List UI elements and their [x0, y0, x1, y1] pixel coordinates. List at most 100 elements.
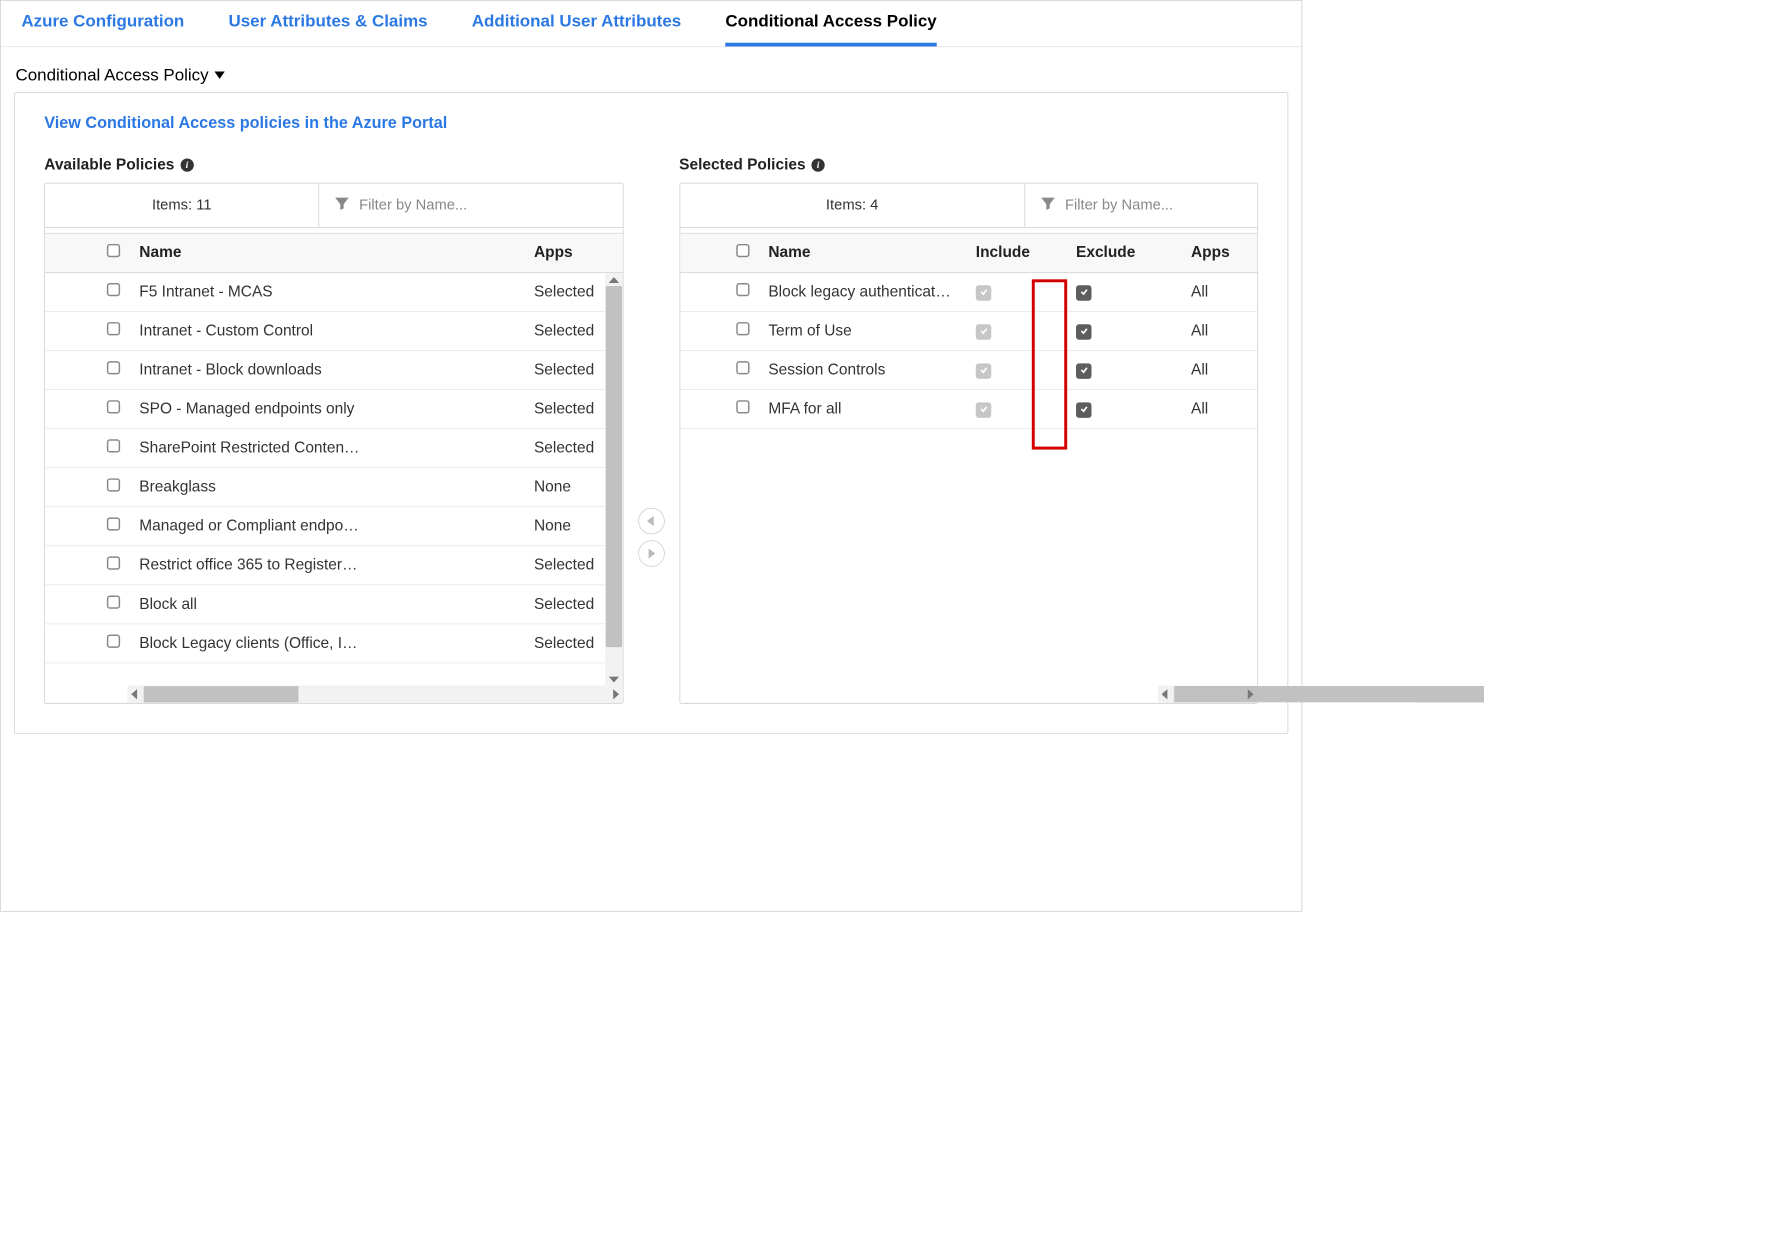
scrollbar-thumb[interactable]	[605, 286, 621, 647]
policy-columns: Available Policies i Items: 11	[44, 156, 1258, 704]
selected-body: Block legacy authenticat… All Term of Us…	[680, 273, 1257, 686]
available-filter-input[interactable]	[359, 197, 608, 214]
available-policies-panel: Items: 11 Name Apps	[44, 183, 623, 704]
exclude-checkbox[interactable]	[1076, 363, 1091, 378]
policy-apps: Selected	[534, 322, 608, 340]
policy-name: Block Legacy clients (Office, I…	[139, 635, 522, 653]
policy-row[interactable]: Intranet - Block downloadsSelected	[45, 351, 622, 390]
col-name-header[interactable]: Name	[139, 244, 522, 262]
policy-row[interactable]: F5 Intranet - MCASSelected	[45, 273, 622, 312]
scroll-left-icon[interactable]	[131, 689, 137, 699]
section-header[interactable]: Conditional Access Policy	[1, 47, 1302, 92]
selected-filter	[1025, 184, 1257, 227]
policy-row[interactable]: Session Controls All	[680, 351, 1257, 390]
row-checkbox[interactable]	[107, 635, 120, 648]
move-right-button[interactable]	[638, 540, 665, 567]
scroll-up-icon[interactable]	[608, 277, 618, 283]
scroll-left-icon[interactable]	[1161, 689, 1167, 699]
policy-row[interactable]: Block allSelected	[45, 585, 622, 624]
row-checkbox[interactable]	[107, 322, 120, 335]
move-left-button[interactable]	[638, 507, 665, 534]
selected-policies-panel: Items: 4 Name Include	[679, 183, 1258, 704]
info-icon[interactable]: i	[812, 158, 825, 171]
horizontal-scrollbar[interactable]	[128, 685, 623, 703]
horizontal-scrollbar[interactable]	[1157, 685, 1257, 703]
policy-apps: Selected	[534, 595, 608, 613]
policy-row[interactable]: SPO - Managed endpoints onlySelected	[45, 390, 622, 429]
row-checkbox[interactable]	[736, 322, 749, 335]
scroll-down-icon[interactable]	[608, 677, 618, 683]
policy-row[interactable]: MFA for all All	[680, 390, 1257, 429]
policy-row[interactable]: Term of Use All	[680, 312, 1257, 351]
policy-name: Restrict office 365 to Register…	[139, 556, 522, 574]
available-policies-title: Available Policies	[44, 156, 174, 174]
caret-down-icon	[215, 71, 225, 78]
policy-row[interactable]: SharePoint Restricted Conten…Selected	[45, 429, 622, 468]
select-all-checkbox[interactable]	[736, 244, 749, 257]
chevron-left-icon	[647, 516, 654, 526]
select-all-checkbox[interactable]	[107, 244, 120, 257]
policy-apps: All	[1191, 322, 1243, 340]
row-checkbox[interactable]	[107, 478, 120, 491]
include-checkbox[interactable]	[976, 402, 991, 417]
exclude-checkbox[interactable]	[1076, 324, 1091, 339]
row-checkbox[interactable]	[107, 361, 120, 374]
row-checkbox[interactable]	[736, 361, 749, 374]
selected-toolbar: Items: 4	[680, 184, 1257, 228]
row-checkbox[interactable]	[107, 439, 120, 452]
include-checkbox[interactable]	[976, 285, 991, 300]
policy-apps: None	[534, 478, 608, 496]
policy-row[interactable]: Restrict office 365 to Register…Selected	[45, 546, 622, 585]
tab-conditional-access-policy[interactable]: Conditional Access Policy	[725, 11, 936, 46]
include-checkbox[interactable]	[976, 324, 991, 339]
info-icon[interactable]: i	[180, 158, 193, 171]
col-apps-header[interactable]: Apps	[534, 244, 608, 262]
col-apps-header[interactable]: Apps	[1191, 244, 1243, 262]
include-checkbox[interactable]	[976, 363, 991, 378]
selected-hscroll-row	[680, 685, 1257, 703]
tab-additional-user-attributes[interactable]: Additional User Attributes	[472, 11, 681, 46]
policy-name: Session Controls	[768, 361, 964, 379]
row-checkbox[interactable]	[107, 283, 120, 296]
row-checkbox[interactable]	[107, 595, 120, 608]
col-name-header[interactable]: Name	[768, 244, 964, 262]
scroll-right-icon[interactable]	[1248, 689, 1254, 699]
col-include-header[interactable]: Include	[976, 244, 1064, 262]
available-header-row: Name Apps	[45, 234, 622, 273]
selected-policies-title: Selected Policies	[679, 156, 805, 174]
chevron-right-icon	[649, 548, 656, 558]
hscroll-thumb[interactable]	[144, 686, 299, 702]
policy-row[interactable]: Block legacy authenticat… All	[680, 273, 1257, 312]
selected-filter-input[interactable]	[1065, 197, 1243, 214]
policy-apps: None	[534, 517, 608, 535]
col-exclude-header[interactable]: Exclude	[1076, 244, 1179, 262]
tab-azure-configuration[interactable]: Azure Configuration	[21, 11, 184, 46]
scroll-right-icon[interactable]	[613, 689, 619, 699]
available-items-count: Items: 11	[45, 184, 319, 227]
policy-name: Term of Use	[768, 322, 964, 340]
selected-items-count: Items: 4	[680, 184, 1025, 227]
policy-apps: Selected	[534, 635, 608, 653]
policy-apps: Selected	[534, 361, 608, 379]
policy-name: Intranet - Custom Control	[139, 322, 522, 340]
row-checkbox[interactable]	[107, 556, 120, 569]
row-checkbox[interactable]	[107, 400, 120, 413]
row-checkbox[interactable]	[736, 283, 749, 296]
vertical-scrollbar[interactable]	[605, 273, 623, 686]
top-tabs: Azure Configuration User Attributes & Cl…	[1, 1, 1302, 47]
policy-row[interactable]: Block Legacy clients (Office, I… Selected	[45, 624, 622, 663]
policy-name: Block legacy authenticat…	[768, 283, 964, 301]
row-checkbox[interactable]	[107, 517, 120, 530]
view-in-azure-link[interactable]: View Conditional Access policies in the …	[44, 113, 447, 132]
policy-row[interactable]: Intranet - Custom Control Selected	[45, 312, 622, 351]
policy-name: SharePoint Restricted Conten…	[139, 439, 522, 457]
exclude-checkbox[interactable]	[1076, 402, 1091, 417]
policy-row[interactable]: Managed or Compliant endpo…None	[45, 507, 622, 546]
available-hscroll-row	[45, 685, 622, 703]
selected-policies-header: Selected Policies i	[679, 156, 1258, 174]
hscroll-thumb[interactable]	[1174, 686, 1484, 702]
exclude-checkbox[interactable]	[1076, 285, 1091, 300]
tab-user-attributes-claims[interactable]: User Attributes & Claims	[229, 11, 428, 46]
policy-row[interactable]: BreakglassNone	[45, 468, 622, 507]
row-checkbox[interactable]	[736, 400, 749, 413]
